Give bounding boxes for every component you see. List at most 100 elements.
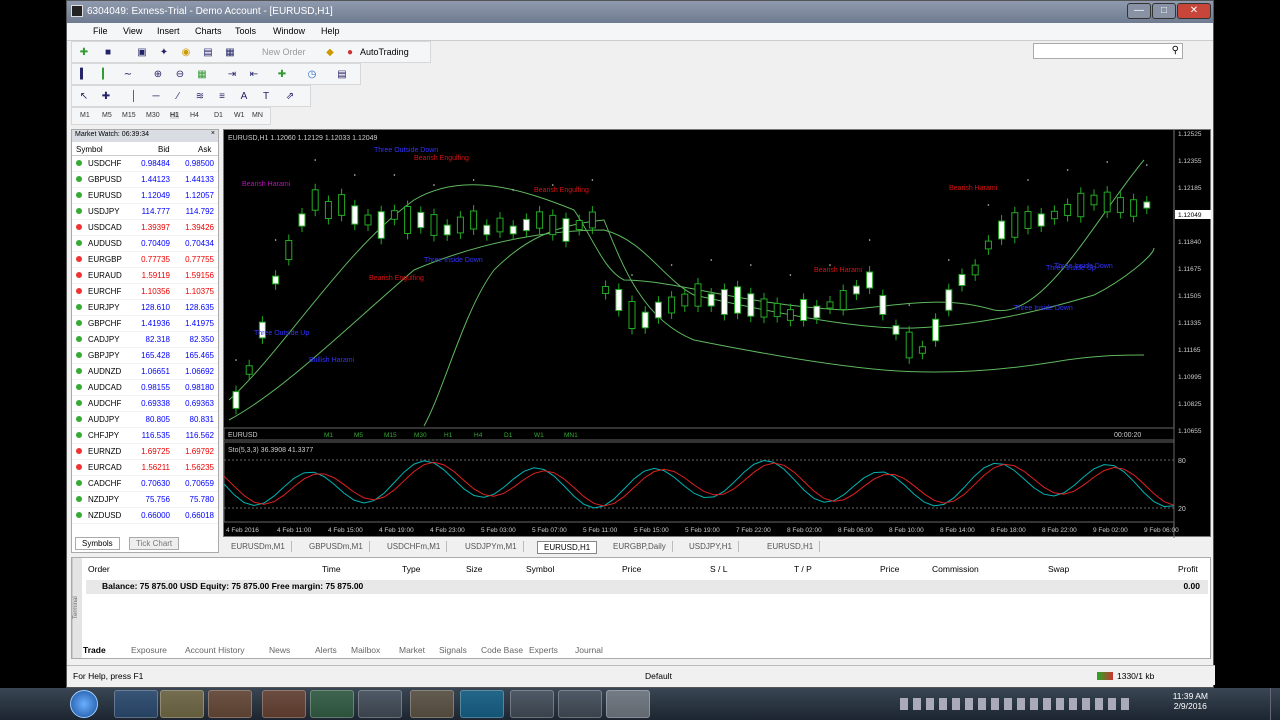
menu-file[interactable]: File <box>93 26 108 36</box>
show-desktop-button[interactable] <box>1270 688 1280 720</box>
market-watch-row[interactable]: AUDUSD 0.70409 0.70434 <box>72 236 218 252</box>
market-watch-row[interactable]: NZDJPY 75.756 75.780 <box>72 492 218 508</box>
chart-tab[interactable]: EURUSDm,M1 <box>225 541 292 552</box>
market-watch-row[interactable]: AUDCAD 0.98155 0.98180 <box>72 380 218 396</box>
archive-icon[interactable] <box>410 690 454 718</box>
close-icon[interactable]: × <box>211 130 215 137</box>
terminal-tab[interactable]: Signals <box>439 645 467 655</box>
terminal-tab[interactable]: Alerts <box>315 645 337 655</box>
autoscroll-icon[interactable]: ⇥ <box>224 67 240 83</box>
tile-icon[interactable]: ▦ <box>194 67 210 83</box>
col-swap[interactable]: Swap <box>1048 564 1069 574</box>
terminal-tab[interactable]: Experts <box>529 645 558 655</box>
bar-chart-icon[interactable]: ▍ <box>76 67 92 83</box>
new-chart-icon[interactable]: ✚ <box>76 45 92 61</box>
chart-canvas[interactable]: EURUSD,H1 1.12060 1.12129 1.12033 1.1204… <box>223 130 1212 538</box>
vertical-line-icon[interactable]: │ <box>126 89 142 105</box>
navigator-icon[interactable]: ✦ <box>156 45 172 61</box>
market-watch-row[interactable]: NZDUSD 0.66000 0.66018 <box>72 508 218 524</box>
new-order-button[interactable]: New Order <box>262 47 306 57</box>
terminal-tab[interactable]: Market <box>399 645 425 655</box>
templates-icon[interactable]: ▤ <box>334 67 350 83</box>
app-icon-blue[interactable] <box>358 690 402 718</box>
terminal-tab[interactable]: News <box>269 645 290 655</box>
col-order[interactable]: Order <box>88 564 110 574</box>
ie-icon[interactable] <box>114 690 158 718</box>
trendline-icon[interactable]: ∕ <box>170 89 186 105</box>
menu-tools[interactable]: Tools <box>235 26 256 36</box>
chart-tab[interactable]: EURGBP,Daily <box>607 541 673 552</box>
profiles-icon[interactable]: ■ <box>100 45 116 61</box>
col-type[interactable]: Type <box>402 564 420 574</box>
terminal-icon[interactable]: ▤ <box>200 45 216 61</box>
tab-symbols[interactable]: Symbols <box>75 537 120 550</box>
tf-h4[interactable]: H4 <box>190 112 199 119</box>
market-watch-row[interactable]: USDCHF 0.98484 0.98500 <box>72 156 218 172</box>
tf-m15[interactable]: M15 <box>122 112 136 119</box>
col-profit[interactable]: Profit <box>1178 564 1198 574</box>
zoom-out-icon[interactable]: ⊖ <box>172 67 188 83</box>
market-watch-row[interactable]: EURGBP 0.77735 0.77755 <box>72 252 218 268</box>
start-button[interactable] <box>70 690 98 718</box>
col-price2[interactable]: Price <box>880 564 899 574</box>
market-watch-row[interactable]: GBPCHF 1.41936 1.41975 <box>72 316 218 332</box>
data-window-icon[interactable]: ◉ <box>178 45 194 61</box>
tf-w1[interactable]: W1 <box>234 112 245 119</box>
col-symbol[interactable]: Symbol <box>76 145 103 154</box>
col-commission[interactable]: Commission <box>932 564 979 574</box>
market-watch-row[interactable]: GBPJPY 165.428 165.465 <box>72 348 218 364</box>
market-watch-row[interactable]: GBPUSD 1.44123 1.44133 <box>72 172 218 188</box>
market-watch-row[interactable]: EURAUD 1.59119 1.59156 <box>72 268 218 284</box>
menu-help[interactable]: Help <box>321 26 340 36</box>
line-chart-icon[interactable]: ∼ <box>120 67 136 83</box>
media-player-icon[interactable] <box>208 690 252 718</box>
metatrader-icon[interactable] <box>606 690 650 718</box>
chart-tab[interactable]: USDJPY,H1 <box>683 541 739 552</box>
terminal-tab[interactable]: Mailbox <box>351 645 380 655</box>
tf-m30[interactable]: M30 <box>146 112 160 119</box>
chart-window[interactable]: EURUSD,H1 1.12060 1.12129 1.12033 1.1204… <box>223 129 1212 538</box>
candle-chart-icon[interactable]: ▎ <box>98 67 114 83</box>
tf-m5[interactable]: M5 <box>102 112 112 119</box>
market-watch-row[interactable]: EURCAD 1.56211 1.56235 <box>72 460 218 476</box>
terminal-tab[interactable]: Journal <box>575 645 603 655</box>
chart-tab[interactable]: EURUSD,H1 <box>537 541 598 554</box>
market-watch-row[interactable]: CHFJPY 116.535 116.562 <box>72 428 218 444</box>
chart-tab[interactable]: GBPUSDm,M1 <box>303 541 370 552</box>
market-watch-row[interactable]: AUDNZD 1.06651 1.06692 <box>72 364 218 380</box>
main-chart-area[interactable] <box>224 130 1174 426</box>
firefox-icon[interactable] <box>262 690 306 718</box>
chart-tab[interactable]: USDCHFm,M1 <box>381 541 448 552</box>
explorer-icon[interactable] <box>160 690 204 718</box>
market-watch-row[interactable]: AUDJPY 80.805 80.831 <box>72 412 218 428</box>
menu-view[interactable]: View <box>123 26 142 36</box>
maximize-button[interactable]: □ <box>1152 3 1176 19</box>
col-sl[interactable]: S / L <box>710 564 727 574</box>
market-watch-row[interactable]: EURCHF 1.10356 1.10375 <box>72 284 218 300</box>
terminal-tab[interactable]: Trade <box>83 645 106 655</box>
minimize-button[interactable]: — <box>1127 3 1151 19</box>
col-time[interactable]: Time <box>322 564 341 574</box>
col-size[interactable]: Size <box>466 564 483 574</box>
label-icon[interactable]: T <box>258 89 274 105</box>
col-ask[interactable]: Ask <box>198 145 211 154</box>
close-button[interactable]: ✕ <box>1177 3 1211 19</box>
menu-insert[interactable]: Insert <box>157 26 180 36</box>
chart-tab[interactable]: EURUSD,H1 <box>761 541 821 552</box>
horizontal-line-icon[interactable]: ─ <box>148 89 164 105</box>
balance-row[interactable]: Balance: 75 875.00 USD Equity: 75 875.00… <box>86 580 1208 594</box>
autotrading-button[interactable]: AutoTrading <box>360 47 409 57</box>
market-watch-row[interactable]: USDJPY 114.777 114.792 <box>72 204 218 220</box>
col-bid[interactable]: Bid <box>158 145 170 154</box>
tray-icons[interactable] <box>900 698 1130 710</box>
menu-charts[interactable]: Charts <box>195 26 222 36</box>
market-watch-row[interactable]: EURJPY 128.610 128.635 <box>72 300 218 316</box>
autotrading-icon[interactable]: ● <box>342 45 358 61</box>
indicators-icon[interactable]: ✚ <box>274 67 290 83</box>
tf-m1[interactable]: M1 <box>80 112 90 119</box>
market-watch-row[interactable]: CADJPY 82.318 82.350 <box>72 332 218 348</box>
channel-icon[interactable]: ≋ <box>192 89 208 105</box>
search-input[interactable]: ⚲ <box>1033 43 1183 59</box>
tester-icon[interactable]: ▦ <box>222 45 238 61</box>
chart-shift-icon[interactable]: ⇤ <box>246 67 262 83</box>
